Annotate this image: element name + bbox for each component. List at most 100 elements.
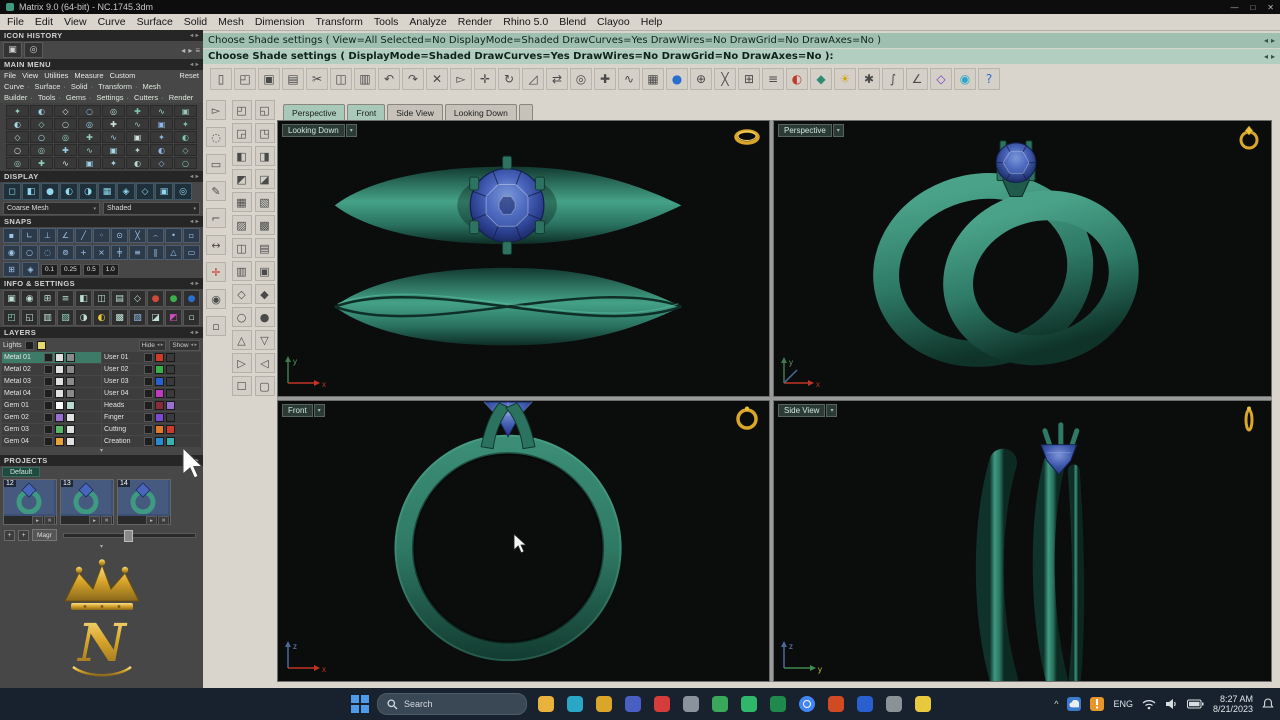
main-menu-link[interactable]: Surface: [35, 82, 69, 91]
menu-tool-icon[interactable]: ∿: [102, 131, 125, 143]
layer-color-chip[interactable]: [66, 425, 75, 434]
info-icon[interactable]: ●: [165, 290, 182, 307]
menu-tool-icon[interactable]: ∿: [126, 118, 149, 130]
zoom-icon[interactable]: ◎: [570, 68, 592, 90]
history-forward-icon[interactable]: ▸: [188, 46, 192, 55]
main-menu-link[interactable]: Builder: [4, 93, 36, 102]
menu-item[interactable]: View: [64, 16, 87, 28]
snap-value-field[interactable]: 0.25: [60, 264, 81, 276]
viewport-name[interactable]: Looking Down: [282, 124, 345, 137]
snap-icon[interactable]: ◉: [3, 245, 20, 260]
menu-tool-icon[interactable]: ○: [54, 118, 77, 130]
layer-color-chip[interactable]: [166, 389, 175, 398]
taskbar-app-button[interactable]: [708, 693, 731, 716]
thumb-delete-button[interactable]: ✕: [44, 516, 55, 525]
project-thumbnail[interactable]: 14 ▸ ✕: [117, 479, 171, 525]
menu-tool-icon[interactable]: ▣: [150, 118, 173, 130]
menu-tool-icon[interactable]: ○: [6, 144, 29, 156]
cut-icon[interactable]: ✂: [306, 68, 328, 90]
snap-icon[interactable]: ▪: [3, 228, 20, 243]
main-menu-header[interactable]: MAIN MENU ◂ ▸: [0, 59, 203, 70]
menu-tool-icon[interactable]: ◐: [150, 144, 173, 156]
viewport-perspective[interactable]: Perspective ▾ x y: [773, 120, 1272, 397]
menu-tool-icon[interactable]: ○: [78, 105, 101, 117]
taskbar-app-button[interactable]: [911, 693, 934, 716]
viewport-label-group[interactable]: Perspective ▾: [778, 124, 844, 137]
print-icon[interactable]: ▤: [282, 68, 304, 90]
layer-color-chip[interactable]: [166, 425, 175, 434]
snap-icon[interactable]: ╪: [111, 245, 128, 260]
menu-item[interactable]: Render: [458, 16, 492, 28]
layer-color-chip[interactable]: [55, 437, 64, 446]
layer-color-chip[interactable]: [66, 353, 75, 362]
info-icon[interactable]: ●: [147, 290, 164, 307]
menu-item[interactable]: File: [7, 16, 24, 28]
snap-icon[interactable]: ◦: [93, 228, 110, 243]
layer-row[interactable]: User 02: [102, 364, 201, 375]
main-menu-link[interactable]: Gems: [66, 93, 95, 102]
layer-visibility-chip[interactable]: [44, 401, 53, 410]
menu-item[interactable]: Solid: [184, 16, 207, 28]
angle-icon[interactable]: ∠: [906, 68, 928, 90]
viewport-label-group[interactable]: Looking Down ▾: [282, 124, 357, 137]
layer-color-chip[interactable]: [155, 353, 164, 362]
info-icon[interactable]: ◪: [147, 309, 164, 326]
window-control-button[interactable]: □: [1250, 3, 1255, 12]
info-icon[interactable]: ◑: [75, 309, 92, 326]
menu-item[interactable]: Clayoo: [597, 16, 630, 28]
layer-row[interactable]: Metal 03: [2, 376, 101, 387]
menu-tool-icon[interactable]: ◐: [30, 105, 53, 117]
info-icon[interactable]: ▧: [57, 309, 74, 326]
menu-tool-icon[interactable]: ✦: [102, 157, 125, 169]
layer-color-chip[interactable]: [155, 425, 164, 434]
window-control-button[interactable]: ✕: [1267, 3, 1274, 12]
menu-item[interactable]: Mesh: [218, 16, 244, 28]
ellipse-icon[interactable]: ◩: [232, 169, 252, 189]
layer-visibility-chip[interactable]: [144, 401, 153, 410]
orient-icon[interactable]: ◁: [255, 353, 275, 373]
viewport-tab[interactable]: Front: [347, 104, 385, 120]
snap-value-field[interactable]: 0.1: [41, 264, 58, 276]
snap-icon[interactable]: △: [165, 245, 182, 260]
snap-value-field[interactable]: 0.5: [83, 264, 100, 276]
taskbar-app-button[interactable]: [650, 693, 673, 716]
cloud-icon[interactable]: [1067, 697, 1081, 711]
info-icon[interactable]: ◇: [129, 290, 146, 307]
info-icon[interactable]: ▤: [111, 290, 128, 307]
open-file-icon[interactable]: ◰: [234, 68, 256, 90]
chevron-down-icon[interactable]: ▾: [826, 404, 837, 417]
battery-icon[interactable]: [1187, 699, 1204, 709]
menu-tool-icon[interactable]: ▣: [174, 105, 197, 117]
history-icon[interactable]: ◎: [24, 42, 43, 58]
viewport-tab[interactable]: Looking Down: [445, 104, 517, 120]
material-icon[interactable]: ◆: [810, 68, 832, 90]
menu-tool-icon[interactable]: ✦: [6, 105, 29, 117]
display-mode-icon[interactable]: ◧: [22, 183, 40, 200]
collapse-arrows-icon[interactable]: ◂ ▸: [190, 329, 199, 336]
snap-icon[interactable]: •: [165, 228, 182, 243]
flow-icon[interactable]: ☐: [232, 376, 252, 396]
main-menu-link[interactable]: Measure: [74, 71, 103, 80]
layer-color-chip[interactable]: [166, 377, 175, 386]
thumbnail-size-slider[interactable]: [63, 533, 196, 538]
window-control-button[interactable]: —: [1230, 3, 1238, 12]
menu-tool-icon[interactable]: ◐: [174, 131, 197, 143]
icon-history-header[interactable]: ICON HISTORY ◂ ▸: [0, 30, 203, 41]
snap-icon[interactable]: ∥: [147, 245, 164, 260]
info-icon[interactable]: ⊞: [39, 290, 56, 307]
layer-visibility-chip[interactable]: [44, 353, 53, 362]
menu-tool-icon[interactable]: ▣: [126, 131, 149, 143]
layer-color-chip[interactable]: [155, 413, 164, 422]
snap-setting-icon[interactable]: ◈: [22, 262, 39, 277]
select-pointer-icon[interactable]: ▻: [206, 100, 226, 120]
info-icon[interactable]: ◧: [75, 290, 92, 307]
layer-color-chip[interactable]: [166, 353, 175, 362]
taskbar-app-button[interactable]: [737, 693, 760, 716]
line-icon[interactable]: ◱: [255, 100, 275, 120]
layer-row[interactable]: Metal 01: [2, 352, 101, 363]
menu-tool-icon[interactable]: ∿: [78, 144, 101, 156]
project-thumbnail[interactable]: 12 ▸ ✕: [3, 479, 57, 525]
main-menu-link[interactable]: View: [22, 71, 38, 80]
main-menu-link[interactable]: Render: [169, 93, 194, 102]
info-icon[interactable]: ●: [183, 290, 200, 307]
